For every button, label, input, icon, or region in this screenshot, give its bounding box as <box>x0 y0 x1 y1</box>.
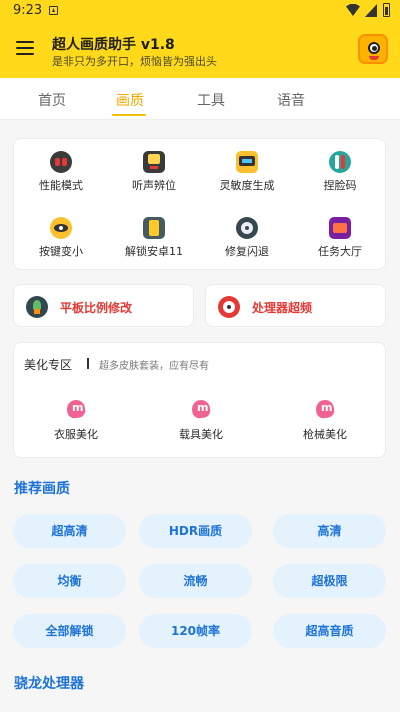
beauty-item-vehicle[interactable]: 载具美化 <box>151 400 251 444</box>
grid-item-label: 任务大厅 <box>318 245 362 258</box>
grid-item-label: 性能模式 <box>39 179 83 192</box>
beauty-item-label: 枪械美化 <box>303 428 347 441</box>
app-logo-icon[interactable] <box>358 34 388 64</box>
status-bar: 9:23 <box>0 0 400 22</box>
status-time: 9:23 <box>13 3 43 18</box>
cpu-icon <box>218 296 240 318</box>
grid-item-label: 捏脸码 <box>323 179 357 192</box>
grid-item-fix-crash[interactable]: 修复闪退 <box>202 217 292 269</box>
app-header: 超人画质助手 v1.8 是非只为多开口，烦恼皆为强出头 <box>0 22 400 78</box>
beauty-item-clothes[interactable]: 衣服美化 <box>26 400 126 444</box>
box-icon <box>329 217 351 239</box>
plant-icon <box>26 296 48 318</box>
quality-option-button[interactable]: 120帧率 <box>139 614 252 648</box>
grid-item-label: 灵敏度生成 <box>219 179 275 192</box>
beauty-description: 超多皮肤套装，应有尽有 <box>99 361 209 372</box>
quality-option-button[interactable]: 高清 <box>273 514 386 548</box>
skin-m-icon <box>65 400 87 422</box>
quality-option-button[interactable]: 超高音质 <box>273 614 386 648</box>
quality-option-button[interactable]: 超高清 <box>13 514 126 548</box>
grid-item-face-code[interactable]: 捏脸码 <box>295 151 385 203</box>
wifi-icon <box>346 4 360 16</box>
grid-item-label: 按键变小 <box>39 245 83 258</box>
recommend-title: 推荐画质 <box>14 481 70 497</box>
grid-item-unlock-android[interactable]: 解锁安卓11 <box>109 217 199 269</box>
app-subtitle: 是非只为多开口，烦恼皆为强出头 <box>52 55 217 68</box>
quality-option-button[interactable]: HDR画质 <box>139 514 252 548</box>
grid-item-sound[interactable]: 听声辨位 <box>109 151 199 203</box>
beauty-item-label: 衣服美化 <box>54 428 98 441</box>
menu-icon[interactable] <box>16 41 34 55</box>
tab-voice[interactable]: 语音 <box>277 90 305 110</box>
game-console-icon <box>143 151 165 173</box>
notification-icon <box>49 6 58 15</box>
skin-m-icon <box>190 400 212 422</box>
quality-option-button[interactable]: 超极限 <box>273 564 386 598</box>
quality-option-button[interactable]: 均衡 <box>13 564 126 598</box>
tablet-ratio-label: 平板比例修改 <box>60 301 133 315</box>
signal-icon <box>365 4 377 17</box>
cpu-overclock-label: 处理器超频 <box>252 301 313 315</box>
quality-option-button[interactable]: 流畅 <box>139 564 252 598</box>
tablet-ratio-button[interactable]: 平板比例修改 <box>13 284 194 327</box>
tab-quality[interactable]: 画质 <box>116 90 144 110</box>
grid-item-label: 解锁安卓11 <box>125 245 183 258</box>
beauty-title: 美化专区 <box>24 358 73 372</box>
grid-item-small-keys[interactable]: 按键变小 <box>16 217 106 269</box>
feature-grid: 性能模式 听声辨位 灵敏度生成 捏脸码 按键变小 解锁安卓11 修复闪退 任务大… <box>13 138 386 270</box>
toggle-icon <box>329 151 351 173</box>
tablet-icon <box>236 151 258 173</box>
tab-tools[interactable]: 工具 <box>197 90 225 110</box>
app-title: 超人画质助手 v1.8 <box>52 37 175 53</box>
performance-icon <box>50 151 72 173</box>
phone-icon <box>143 217 165 239</box>
eye-icon <box>50 217 72 239</box>
grid-item-label: 听声辨位 <box>132 179 176 192</box>
battery-icon <box>383 3 390 17</box>
grid-item-label: 修复闪退 <box>225 245 269 258</box>
tab-home[interactable]: 首页 <box>38 90 66 110</box>
cpu-overclock-button[interactable]: 处理器超频 <box>205 284 386 327</box>
tab-indicator <box>112 114 146 116</box>
beauty-divider <box>87 358 89 369</box>
grid-item-sensitivity[interactable]: 灵敏度生成 <box>202 151 292 203</box>
grid-item-performance[interactable]: 性能模式 <box>16 151 106 203</box>
beauty-item-label: 载具美化 <box>179 428 223 441</box>
snapdragon-title: 骁龙处理器 <box>14 676 84 692</box>
gear-icon <box>236 217 258 239</box>
beauty-section: 美化专区 超多皮肤套装，应有尽有 衣服美化 载具美化 枪械美化 <box>13 342 386 458</box>
skin-m-icon <box>314 400 336 422</box>
beauty-item-gun[interactable]: 枪械美化 <box>275 400 375 444</box>
tab-bar: 首页 画质 工具 语音 <box>0 78 400 120</box>
grid-item-task-hall[interactable]: 任务大厅 <box>295 217 385 269</box>
quality-option-button[interactable]: 全部解锁 <box>13 614 126 648</box>
